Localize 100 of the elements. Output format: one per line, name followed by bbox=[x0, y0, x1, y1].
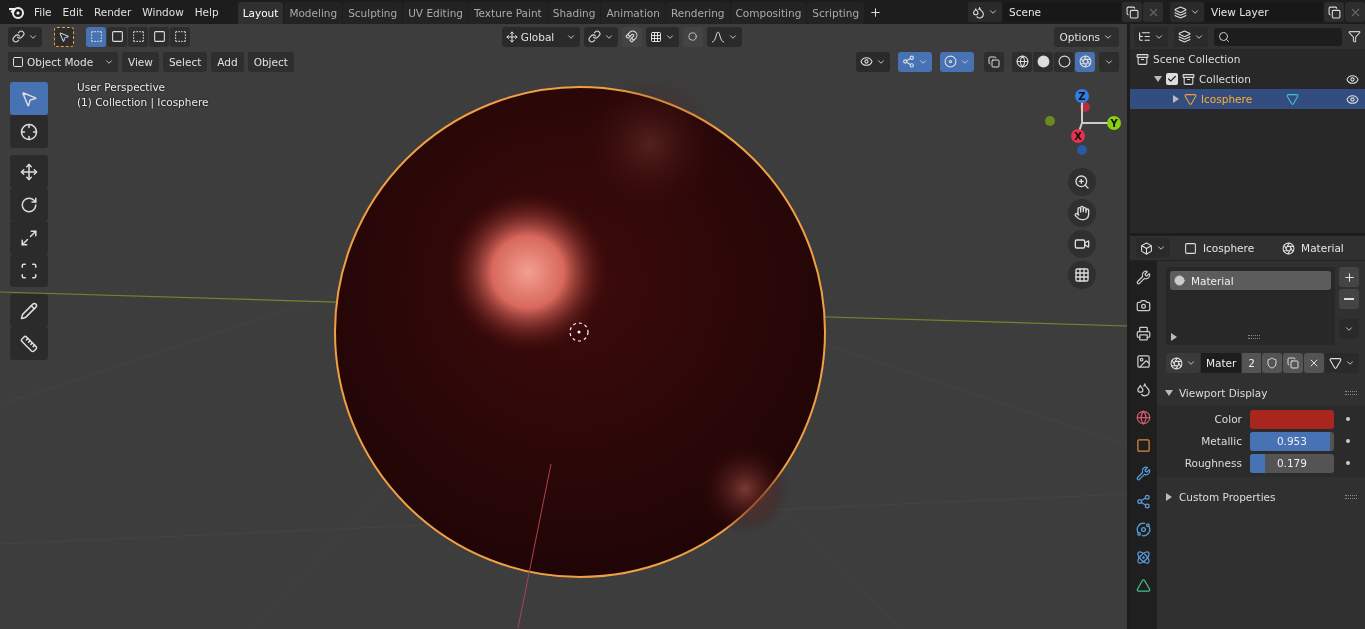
viewport-menu[interactable]: Add bbox=[211, 51, 244, 72]
snap-toggle[interactable] bbox=[621, 26, 642, 47]
viewport-menu[interactable]: View bbox=[122, 51, 159, 72]
tool-button[interactable] bbox=[10, 294, 48, 327]
tool-button[interactable] bbox=[10, 155, 48, 188]
select-mode-button[interactable] bbox=[86, 26, 106, 47]
proportional-edit-toggle[interactable] bbox=[682, 26, 703, 47]
workspace-tab[interactable]: Compositing bbox=[730, 2, 807, 24]
workspace-tab[interactable]: Animation bbox=[601, 2, 665, 24]
color-swatch[interactable] bbox=[1249, 409, 1334, 429]
menu-item[interactable]: Edit bbox=[57, 6, 88, 18]
camera-view-button[interactable] bbox=[1068, 230, 1096, 258]
fake-user-button[interactable] bbox=[1262, 353, 1282, 373]
resize-grip-icon[interactable] bbox=[1248, 335, 1261, 339]
material-slot[interactable]: Material bbox=[1169, 271, 1331, 290]
select-mode-button[interactable] bbox=[128, 26, 148, 47]
expand-triangle-icon[interactable] bbox=[1169, 333, 1178, 341]
workspace-tab[interactable]: Scripting bbox=[807, 2, 865, 24]
falloff-dropdown[interactable] bbox=[706, 26, 742, 47]
view-layer-selector[interactable] bbox=[1170, 2, 1204, 22]
menu-item[interactable]: File bbox=[29, 6, 57, 18]
viewport-menu[interactable]: Object bbox=[247, 51, 294, 72]
options-dropdown[interactable]: Options bbox=[1053, 26, 1119, 47]
tool-button[interactable] bbox=[10, 115, 48, 148]
eye-icon[interactable] bbox=[1346, 72, 1359, 86]
menu-item[interactable]: Window bbox=[137, 6, 189, 18]
outliner-row[interactable]: Scene Collection bbox=[1130, 49, 1365, 69]
outliner-item-label: Collection bbox=[1199, 73, 1251, 85]
add-slot-button[interactable] bbox=[1339, 267, 1359, 287]
shading-mode-button[interactable] bbox=[1075, 51, 1095, 72]
grid-view-button[interactable] bbox=[1068, 261, 1096, 289]
close-button[interactable] bbox=[1304, 353, 1324, 373]
select-mode-button[interactable] bbox=[170, 26, 190, 47]
pan-button[interactable] bbox=[1068, 199, 1096, 227]
mode-dropdown[interactable]: Object Mode bbox=[8, 51, 118, 72]
shading-mode-button[interactable] bbox=[1033, 51, 1053, 72]
zoom-button[interactable] bbox=[1068, 168, 1096, 196]
workspace-tab[interactable]: Sculpting bbox=[343, 2, 403, 24]
outliner-row[interactable]: Icosphere bbox=[1130, 89, 1365, 109]
workspace-tab[interactable]: Layout bbox=[237, 2, 284, 24]
copy-button[interactable] bbox=[1283, 353, 1303, 373]
workspace-tab[interactable]: Shading bbox=[547, 2, 601, 24]
keyframe-dot-icon[interactable] bbox=[1345, 439, 1350, 443]
shading-mode-button[interactable] bbox=[1054, 51, 1074, 72]
disclosure-triangle-icon[interactable] bbox=[1172, 95, 1180, 103]
filter-mode-dropdown[interactable] bbox=[1174, 26, 1208, 47]
field-label: Color bbox=[1213, 413, 1242, 425]
transform-pivot-dropdown[interactable] bbox=[8, 26, 42, 47]
material-browse-dropdown[interactable] bbox=[1165, 353, 1200, 373]
panel-title[interactable]: Custom Properties bbox=[1178, 491, 1276, 503]
filter-icon[interactable] bbox=[1348, 30, 1361, 43]
copy-button[interactable] bbox=[1122, 2, 1142, 22]
tool-button[interactable] bbox=[10, 327, 48, 360]
display-mode-dropdown[interactable] bbox=[1134, 26, 1168, 47]
checkbox[interactable] bbox=[1166, 73, 1178, 85]
copy-button[interactable] bbox=[1324, 2, 1344, 22]
value-slider[interactable]: 0.179 bbox=[1249, 453, 1334, 473]
menu-item[interactable]: Render bbox=[88, 6, 137, 18]
workspace-tab[interactable]: Modeling bbox=[284, 2, 343, 24]
drag-grip-icon[interactable] bbox=[1345, 495, 1357, 499]
app-logo-icon[interactable] bbox=[8, 5, 24, 19]
select-mode-button[interactable] bbox=[149, 26, 169, 47]
scene-name-field[interactable]: Scene bbox=[1003, 2, 1121, 22]
shading-mode-button[interactable] bbox=[1012, 51, 1032, 72]
search-field[interactable] bbox=[1214, 27, 1342, 46]
menu-item[interactable]: Help bbox=[189, 6, 224, 18]
snap-dropdown[interactable] bbox=[645, 26, 679, 47]
visibility-dropdown[interactable] bbox=[856, 51, 890, 72]
material-name-field[interactable]: Mater bbox=[1200, 353, 1242, 373]
workspace-tab[interactable]: Rendering bbox=[665, 2, 730, 24]
link-dropdown[interactable] bbox=[1325, 353, 1359, 373]
view-layer-field[interactable]: View Layer bbox=[1205, 2, 1323, 22]
axis-gizmo-drawing[interactable]: Z X Y bbox=[1042, 86, 1122, 162]
drag-grip-icon[interactable] bbox=[1345, 391, 1357, 395]
field-label: Roughness bbox=[1183, 457, 1242, 469]
select-tool-button[interactable] bbox=[54, 26, 74, 47]
user-count[interactable]: 2 bbox=[1242, 353, 1261, 373]
gizmo-button[interactable] bbox=[898, 51, 932, 72]
select-mode-button[interactable] bbox=[107, 26, 127, 47]
panel-title[interactable]: Viewport Display bbox=[1178, 387, 1268, 399]
keyframe-dot-icon[interactable] bbox=[1345, 461, 1350, 465]
xray-button[interactable] bbox=[984, 51, 1004, 72]
pivot-dropdown[interactable] bbox=[583, 26, 618, 47]
disclosure-triangle-icon[interactable] bbox=[1154, 75, 1162, 83]
workspace-tab[interactable]: Texture Paint bbox=[468, 2, 547, 24]
overlays-button[interactable] bbox=[940, 51, 974, 72]
eye-icon[interactable] bbox=[1346, 92, 1359, 106]
scene-selector[interactable] bbox=[968, 2, 1002, 22]
tool-button[interactable] bbox=[10, 254, 48, 287]
value-slider[interactable]: 0.953 bbox=[1249, 431, 1334, 451]
copy-icon bbox=[1327, 5, 1341, 19]
panel-toggle-icon[interactable] bbox=[1164, 493, 1173, 501]
keyframe-dot-icon[interactable] bbox=[1345, 417, 1350, 421]
panel-toggle-icon[interactable] bbox=[1164, 389, 1173, 397]
orientation-dropdown[interactable]: Global bbox=[501, 26, 580, 47]
viewport-menu[interactable]: Select bbox=[162, 51, 208, 72]
outliner-row[interactable]: Collection bbox=[1130, 69, 1365, 89]
workspace-tab[interactable]: UV Editing bbox=[403, 2, 468, 24]
editor-type-dropdown[interactable] bbox=[1136, 238, 1170, 258]
remove-slot-button[interactable] bbox=[1339, 289, 1359, 309]
